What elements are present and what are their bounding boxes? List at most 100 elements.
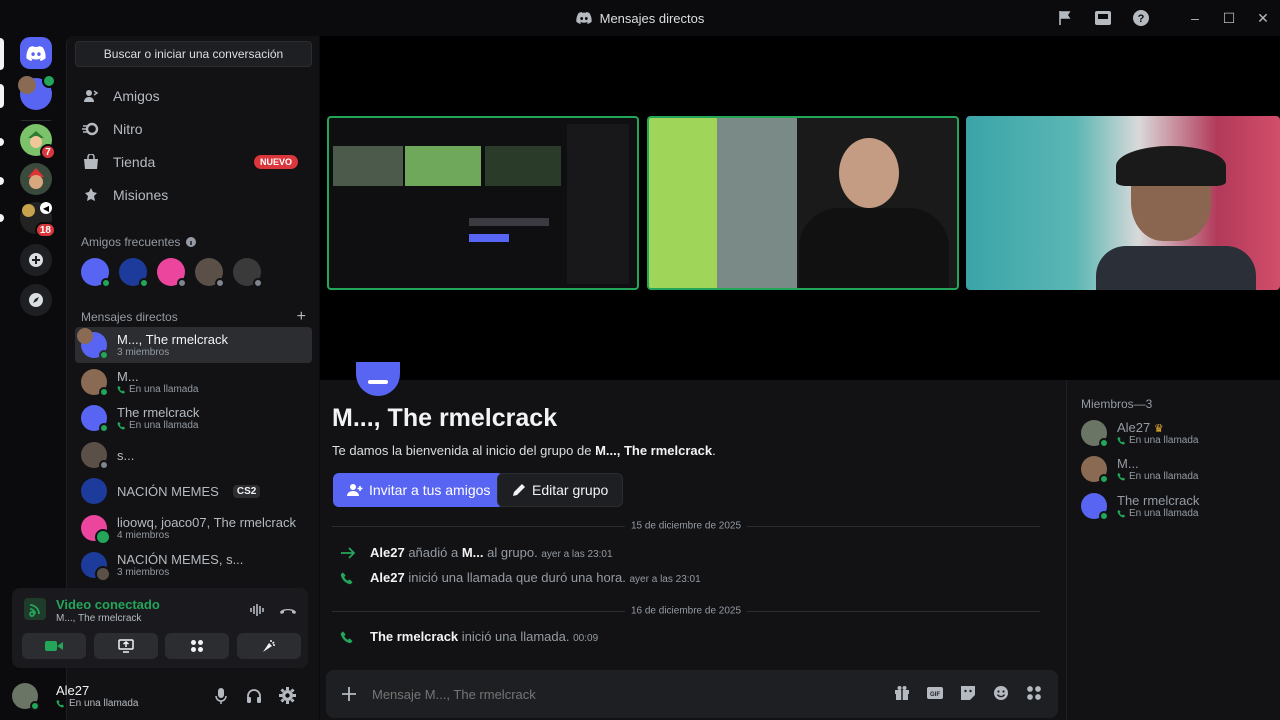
participant-video-tile[interactable] [647,116,959,290]
phone-icon [117,385,126,394]
nested-button [469,234,509,242]
member-item[interactable]: The rmelcrack En una llamada [1081,493,1199,521]
apps-icon[interactable] [1026,685,1042,701]
nav-shop[interactable]: Tienda NUEVO [75,146,312,178]
signal-icon[interactable] [24,598,46,620]
welcome-prefix: Te damos la bienvenida al inicio del gru… [332,443,596,458]
nav-friends[interactable]: Amigos [75,80,312,112]
server-link[interactable]: 7 [20,124,56,160]
member-item[interactable]: Ale27 ♛ En una llamada [1081,420,1199,448]
help-icon[interactable]: ? [1122,0,1160,36]
dm-item[interactable]: s... [75,437,312,473]
camera-button[interactable] [22,633,86,659]
friend-avatar[interactable] [195,258,225,288]
system-message: Ale27 añadió a M... al grupo. ayer a las… [340,545,613,560]
soundboard-button[interactable] [237,633,301,659]
info-icon[interactable] [186,237,197,247]
voice-channel[interactable]: M..., The rmelcrack [56,613,141,624]
participant-video-tile[interactable] [966,116,1280,290]
dm-item[interactable]: M... En una llamada [75,364,312,400]
members-header: Miembros—3 [1081,397,1153,411]
gift-icon[interactable] [894,685,910,701]
screen-share-tile[interactable] [327,116,639,290]
group-dm-avatar[interactable] [18,74,56,110]
nav-nitro[interactable]: Nitro [75,113,312,145]
add-server-button[interactable] [20,244,52,276]
headphones-icon[interactable] [246,688,262,704]
dm-item[interactable]: NACIÓN MEMES, s... 3 miembros [75,547,312,583]
plus-icon[interactable] [342,687,356,701]
create-dm-plus-icon[interactable]: + [297,308,306,326]
member-name: Ale27 [1117,420,1151,435]
phone-icon [1117,436,1126,445]
friends-icon [81,86,101,106]
edit-group-button[interactable]: Editar grupo [497,473,624,507]
user-avatar[interactable] [12,683,40,711]
home-button[interactable] [20,37,52,69]
friend-avatar[interactable] [119,258,149,288]
compass-icon [29,293,43,307]
friend-avatar[interactable] [157,258,187,288]
member-item[interactable]: M... En una llamada [1081,456,1199,484]
title-bar: Mensajes directos ? – ☐ ✕ [0,0,1280,36]
sticker-icon[interactable] [960,685,976,701]
user-panel: Ale27 En una llamada [12,676,308,716]
dm-item-group[interactable]: M..., The rmelcrack 3 miembros [75,327,312,363]
date-divider: 15 de diciembre de 2025 [332,520,1040,532]
message-input[interactable] [372,686,852,702]
nav-nitro-label: Nitro [113,121,143,137]
gif-icon[interactable]: GIF [927,685,943,701]
arrow-right-icon [341,546,356,559]
member-status: En una llamada [1129,435,1199,446]
minimize-button[interactable]: – [1178,0,1212,36]
activities-button[interactable] [165,633,229,659]
server-group[interactable]: ◀ 18 [20,202,56,238]
unread-indicator [0,84,4,108]
participant-video [1096,246,1256,290]
inbox-icon[interactable] [1084,0,1122,36]
participant-video [1116,146,1226,186]
user-avatar [81,478,107,504]
search-button[interactable]: Buscar o iniciar una conversación [75,41,312,67]
discord-icon [575,12,592,24]
dm-item[interactable]: The rmelcrack En una llamada [75,400,312,436]
invite-friends-button[interactable]: Invitar a tus amigos [333,473,505,507]
close-button[interactable]: ✕ [1246,0,1280,36]
user-name: Ale27 [56,683,90,698]
message-text: añadió a [408,545,459,560]
date-divider: 16 de diciembre de 2025 [332,605,1040,617]
video-icon [45,641,63,651]
welcome-suffix: . [712,443,716,458]
dm-item[interactable]: lioowq, joaco07, The rmelcrack 4 miembro… [75,510,312,546]
discover-button[interactable] [20,284,52,316]
disconnect-icon[interactable] [279,605,297,615]
date-label: 16 de diciembre de 2025 [624,605,748,617]
dm-name: The rmelcrack [117,405,200,420]
plus-icon [29,253,43,267]
settings-gear-icon[interactable] [279,687,296,704]
message-author[interactable]: Ale27 [370,545,405,560]
member-name: M... [1117,456,1139,471]
message-target[interactable]: M... [462,545,484,560]
server-christmas[interactable] [20,163,52,195]
friend-avatar[interactable] [81,258,111,288]
call-indicator-icon [42,74,56,88]
window-title-text: Mensajes directos [599,10,705,26]
message-author[interactable]: Ale27 [370,570,405,585]
message-author[interactable]: The rmelcrack [370,629,458,644]
screenshare-button[interactable] [94,633,158,659]
dm-name: NACIÓN MEMES [117,483,219,499]
message-timestamp: ayer a las 23:01 [629,574,701,585]
dm-sub: En una llamada [129,384,199,395]
noise-suppression-icon[interactable] [250,603,266,617]
dm-header: Mensajes directos + [81,308,306,326]
dm-item[interactable]: NACIÓN MEMES CS2 [75,473,312,509]
microphone-icon[interactable] [215,688,227,704]
nav-quests[interactable]: Misiones [75,179,312,211]
member-list: Miembros—3 Ale27 ♛ En una llamada M... E… [1066,380,1280,720]
friend-avatar[interactable] [233,258,263,288]
maximize-button[interactable]: ☐ [1212,0,1246,36]
emoji-icon[interactable] [993,685,1009,701]
user-avatar [18,76,36,94]
flag-icon[interactable] [1046,0,1084,36]
